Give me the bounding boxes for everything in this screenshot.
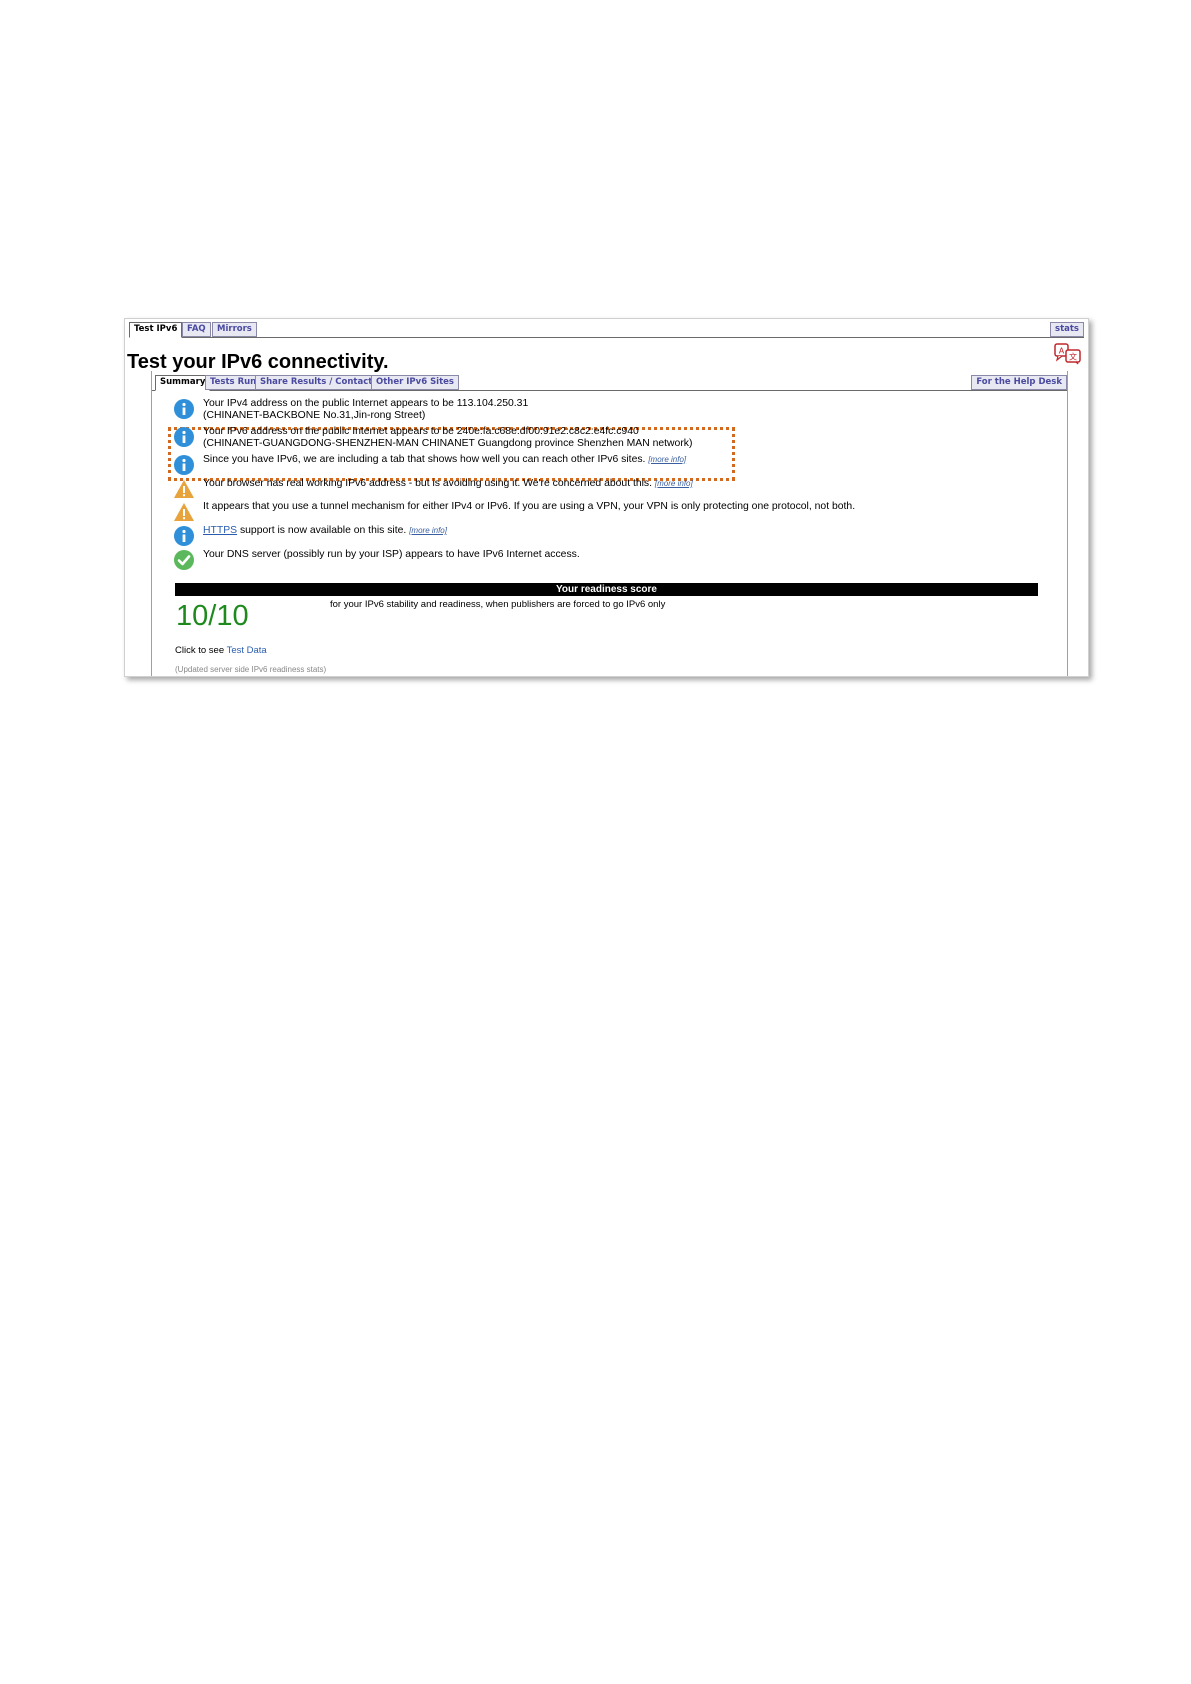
- test-data-line: Click to see Test Data: [175, 645, 267, 656]
- https-message: HTTPS support is now available on this s…: [173, 525, 447, 547]
- readiness-score-value: 10/10: [176, 600, 249, 632]
- info-icon: [174, 399, 194, 419]
- inner-tab-bar: Summary Tests Run Share Results / Contac…: [152, 375, 1067, 391]
- svg-text:文: 文: [1069, 352, 1077, 362]
- tab-stats[interactable]: stats: [1050, 322, 1084, 337]
- ipv4-network-text: (CHINANET-BACKBONE No.31,Jin-rong Street…: [203, 410, 426, 421]
- warning-icon: [174, 480, 194, 498]
- dns-message: Your DNS server (possibly run by your IS…: [173, 549, 580, 571]
- ipv6-message: Your IPv6 address on the public Internet…: [173, 426, 692, 450]
- check-icon: [174, 550, 194, 570]
- tab-mirrors[interactable]: Mirrors: [212, 322, 257, 337]
- tab-test-ipv6[interactable]: Test IPv6: [129, 322, 183, 338]
- https-link[interactable]: HTTPS: [203, 525, 237, 536]
- tunnel-warning: It appears that you use a tunnel mechani…: [173, 501, 855, 523]
- ipv4-address-text: Your IPv4 address on the public Internet…: [203, 398, 529, 409]
- avoiding-ipv6-text: Your browser has real working IPv6 addre…: [203, 478, 653, 489]
- readiness-score-header: Your readiness score: [175, 583, 1038, 596]
- summary-panel: Summary Tests Run Share Results / Contac…: [151, 371, 1068, 676]
- dns-text: Your DNS server (possibly run by your IS…: [203, 549, 580, 560]
- tab-faq[interactable]: FAQ: [182, 322, 211, 337]
- tab-help-desk[interactable]: For the Help Desk: [971, 375, 1067, 390]
- tunnel-text: It appears that you use a tunnel mechani…: [203, 501, 856, 512]
- warning-icon: [174, 503, 194, 521]
- ipv4-message: Your IPv4 address on the public Internet…: [173, 398, 528, 422]
- translate-icon[interactable]: A 文: [1054, 343, 1082, 365]
- https-text: support is now available on this site.: [237, 525, 407, 536]
- more-info-link[interactable]: [more info]: [648, 455, 686, 464]
- more-info-link[interactable]: [more info]: [655, 479, 693, 488]
- tab-summary[interactable]: Summary: [155, 375, 211, 391]
- info-icon: [174, 427, 194, 447]
- test-data-link[interactable]: Test Data: [227, 645, 267, 656]
- ipv6-tab-message: Since you have IPv6, we are including a …: [173, 454, 686, 476]
- updated-stats-note: (Updated server side IPv6 readiness stat…: [175, 665, 327, 674]
- tab-share-results[interactable]: Share Results / Contact: [255, 375, 378, 390]
- avoiding-ipv6-warning: Your browser has real working IPv6 addre…: [173, 478, 693, 500]
- readiness-score-description: for your IPv6 stability and readiness, w…: [330, 599, 666, 610]
- more-info-link[interactable]: [more info]: [409, 526, 447, 535]
- tab-tests-run[interactable]: Tests Run: [205, 375, 262, 390]
- tab-other-ipv6-sites[interactable]: Other IPv6 Sites: [371, 375, 459, 390]
- click-to-see-text: Click to see: [175, 645, 227, 656]
- top-tab-bar: Test IPv6 FAQ Mirrors stats: [129, 322, 1084, 338]
- svg-text:A: A: [1059, 347, 1065, 356]
- ipv6-network-text: (CHINANET-GUANGDONG-SHENZHEN-MAN CHINANE…: [203, 438, 693, 449]
- ipv6-tab-text: Since you have IPv6, we are including a …: [203, 454, 646, 465]
- info-icon: [174, 526, 194, 546]
- screenshot-frame: Test IPv6 FAQ Mirrors stats Test your IP…: [124, 318, 1089, 677]
- info-icon: [174, 455, 194, 475]
- ipv6-address-text: Your IPv6 address on the public Internet…: [203, 426, 639, 437]
